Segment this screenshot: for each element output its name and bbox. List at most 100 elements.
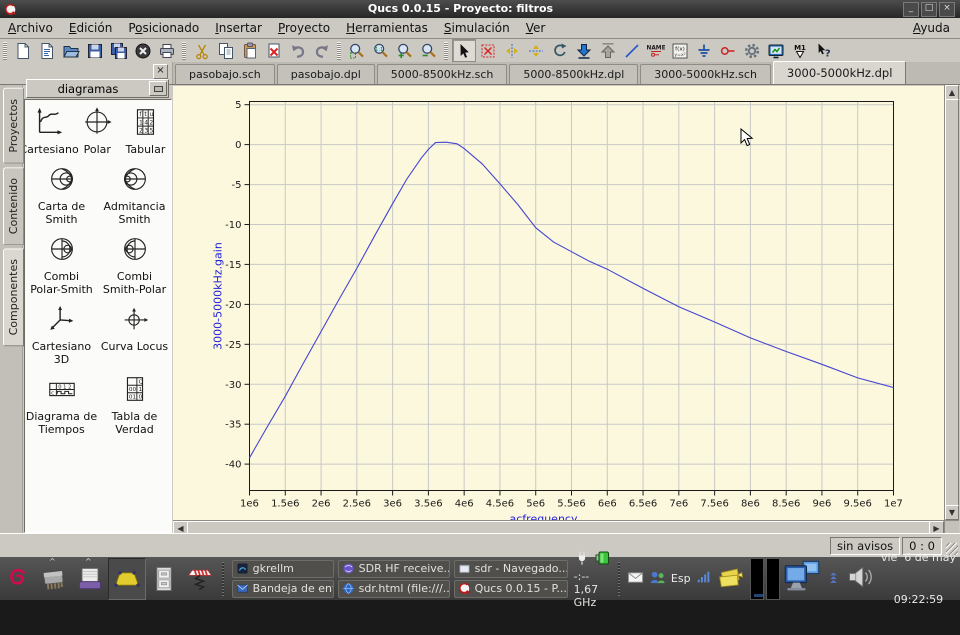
gain-plot[interactable]: 1e61.5e62e62.5e63e63.5e64e64.5e65e65.5e6… [173, 86, 944, 520]
minimize-button[interactable]: _ [903, 2, 919, 17]
component-cartesiano[interactable]: Cartesiano [25, 106, 73, 156]
go-into-button[interactable] [572, 39, 596, 62]
panel-grip[interactable] [222, 562, 224, 596]
scroll-up-button[interactable]: ▲ [945, 85, 959, 100]
save-document-button[interactable] [83, 39, 107, 62]
component-polar[interactable]: Polar [73, 106, 121, 156]
display-settings-icon[interactable] [783, 558, 821, 599]
component-cartesiano-3d[interactable]: Cartesiano 3D [25, 303, 98, 366]
print-document-button[interactable] [155, 39, 179, 62]
close-document-button[interactable] [131, 39, 155, 62]
volume-icon[interactable] [846, 562, 876, 595]
simulate-button[interactable] [740, 39, 764, 62]
copy-button[interactable] [214, 39, 238, 62]
maximize-button[interactable]: □ [921, 2, 937, 17]
component-admitancia-smith[interactable]: AdmitanciaSmith [98, 163, 171, 226]
component-tabular[interactable]: ftu142235Tabular [121, 106, 169, 156]
panel-grip-2[interactable] [618, 562, 620, 596]
toolbar-grip[interactable] [182, 42, 186, 60]
equation-button[interactable]: f(x)y=x² [668, 39, 692, 62]
toolbar-grip[interactable] [3, 42, 7, 60]
set-marker-button[interactable]: M1 [788, 39, 812, 62]
deactivate-button[interactable] [476, 39, 500, 62]
taskbar-window-browser[interactable]: sdr.html (file:///... [338, 580, 450, 598]
component-diagrama-de-tiempos[interactable]: 0 1 2cDiagrama deTiempos [25, 373, 98, 436]
component-combi-smith-polar[interactable]: CombiSmith-Polar [98, 233, 171, 296]
workspace-1[interactable] [750, 558, 764, 600]
sidebar-close-button[interactable]: × [153, 64, 168, 79]
ground-button[interactable] [692, 39, 716, 62]
paste-button[interactable] [238, 39, 262, 62]
debian-menu-launcher[interactable] [0, 559, 36, 599]
new-document-button[interactable] [11, 39, 35, 62]
tab-3000-5000kHz.dpl[interactable]: 3000-5000kHz.dpl [773, 61, 906, 84]
shape-launcher[interactable] [108, 558, 146, 600]
network-monitor-icon[interactable] [696, 569, 712, 588]
vertical-scroll-thumb[interactable] [945, 99, 959, 506]
taskbar-window-mail-client[interactable]: Bandeja de ent... [232, 580, 334, 598]
file-cabinet-launcher[interactable] [146, 559, 182, 599]
zoom-out-button[interactable] [417, 39, 441, 62]
vertical-scrollbar[interactable]: ▲ ▼ [944, 85, 959, 520]
whats-this-button[interactable]: ? [812, 39, 836, 62]
scroll-down-button[interactable]: ▼ [945, 505, 959, 520]
tab-3000-5000kHz.sch[interactable]: 3000-5000kHz.sch [640, 64, 771, 84]
tab-pasobajo.dpl[interactable]: pasobajo.dpl [277, 64, 375, 84]
toolbar-grip[interactable] [337, 42, 341, 60]
save-all-documents-button[interactable] [107, 39, 131, 62]
zoom-area-button[interactable] [345, 39, 369, 62]
rotate-button[interactable] [548, 39, 572, 62]
port-button[interactable] [716, 39, 740, 62]
sidebar-tab-componentes[interactable]: Componentes [3, 248, 24, 346]
zoom-in-button[interactable] [393, 39, 417, 62]
menu-proyecto[interactable]: Proyecto [270, 19, 338, 37]
menu-ver[interactable]: Ver [518, 19, 554, 37]
titlebar[interactable]: Qucs 0.0.15 - Proyecto: filtros _ □ × [0, 0, 960, 18]
component-tabla-de-verdad[interactable]: Q001010Tabla deVerdad [98, 373, 171, 436]
mail-notification-icon[interactable] [627, 569, 644, 589]
undo-button[interactable] [286, 39, 310, 62]
view-data-button[interactable] [764, 39, 788, 62]
component-carta-de-smith[interactable]: Carta de Smith [25, 163, 98, 226]
component-curva-locus[interactable]: Curva Locus [98, 303, 171, 366]
open-document-button[interactable] [59, 39, 83, 62]
sidebar-tab-proyectos[interactable]: Proyectos [3, 88, 24, 164]
component-combi-polar-smith[interactable]: CombiPolar-Smith [25, 233, 98, 296]
chip-launcher[interactable]: ^ [36, 559, 72, 599]
plot-page[interactable]: 1e61.5e62e62.5e63e63.5e64e64.5e65e65.5e6… [173, 86, 944, 520]
close-button[interactable]: × [939, 2, 955, 17]
tab-5000-8500kHz.sch[interactable]: 5000-8500kHz.sch [377, 64, 508, 84]
menu-edición[interactable]: Edición [61, 19, 120, 37]
taskbar-window-file-manager[interactable]: sdr - Navegado... [454, 560, 568, 578]
taskbar-window-gkrellm[interactable]: gkrellm [232, 560, 334, 578]
tab-pasobajo.sch[interactable]: pasobajo.sch [175, 64, 275, 84]
wire-button[interactable] [620, 39, 644, 62]
workspace-2[interactable] [766, 558, 780, 600]
printer-launcher-launcher[interactable]: ^ [72, 559, 108, 599]
menu-insertar[interactable]: Insertar [207, 19, 270, 37]
taskbar-window-qucs[interactable]: Qucs 0.0.15 - P... [454, 580, 568, 598]
mirror-x-axis-button[interactable] [524, 39, 548, 62]
menu-ayuda[interactable]: Ayuda [905, 19, 960, 37]
new-text-document-button[interactable] [35, 39, 59, 62]
taskbar-window-sdr-app[interactable]: SDR HF receive... [338, 560, 450, 578]
tab-5000-8500kHz.dpl[interactable]: 5000-8500kHz.dpl [509, 64, 638, 84]
pop-out-button[interactable] [596, 39, 620, 62]
delete-button[interactable] [262, 39, 286, 62]
clock-applet[interactable]: vie 6 de may 09:22:59 [881, 523, 956, 635]
combo-dropdown-button[interactable] [149, 81, 167, 96]
mirror-y-axis-button[interactable] [500, 39, 524, 62]
component-group-select[interactable]: diagramas [26, 79, 169, 98]
keyboard-layout-indicator[interactable]: Esp [671, 572, 691, 585]
view-all-button[interactable]: 1:1 [369, 39, 393, 62]
cut-button[interactable] [190, 39, 214, 62]
redo-button[interactable] [310, 39, 334, 62]
menu-archivo[interactable]: Archivo [0, 19, 61, 37]
menu-simulación[interactable]: Simulación [436, 19, 518, 37]
users-icon[interactable] [649, 569, 666, 589]
chevrons-icon[interactable] [826, 570, 841, 588]
menu-posicionado[interactable]: Posicionado [120, 19, 207, 37]
select-button[interactable] [452, 39, 476, 62]
wire-label-button[interactable]: NAME [644, 39, 668, 62]
sticky-notes-icon[interactable] [717, 562, 747, 595]
